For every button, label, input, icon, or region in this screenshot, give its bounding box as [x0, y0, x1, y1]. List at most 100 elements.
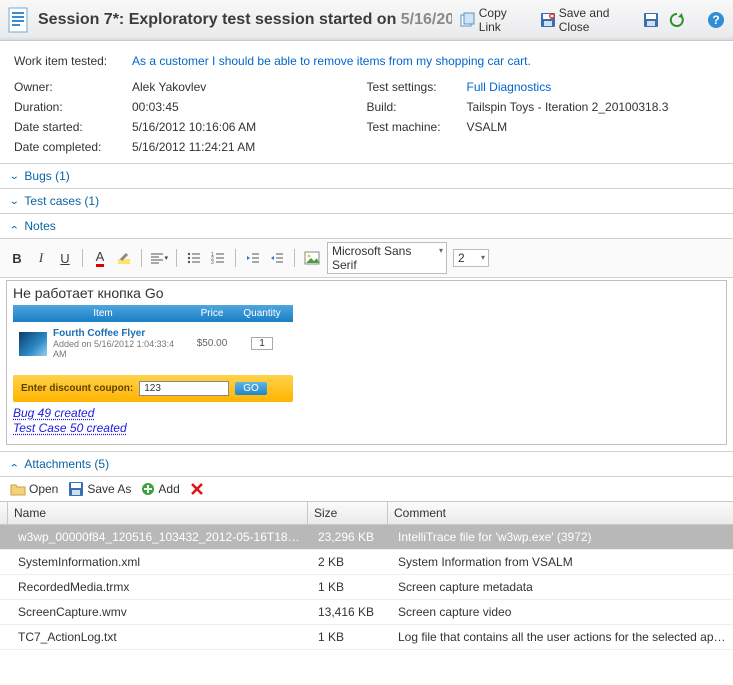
copy-link-button[interactable]: Copy Link — [460, 6, 532, 34]
delete-icon — [190, 482, 204, 496]
col-size[interactable]: Size — [308, 502, 388, 524]
work-item-link[interactable]: As a customer I should be able to remove… — [132, 54, 531, 68]
col-comment[interactable]: Comment — [388, 502, 733, 524]
add-icon — [141, 482, 155, 496]
section-notes[interactable]: ⌄ Notes — [0, 213, 733, 238]
file-size: 1 KB — [312, 628, 392, 646]
svg-text:?: ? — [712, 13, 719, 27]
indent-button[interactable] — [268, 249, 286, 267]
test-settings-link[interactable]: Full Diagnostics — [467, 80, 552, 94]
file-name: SystemInformation.xml — [12, 553, 312, 571]
attachments-grid: Name Size Comment w3wp_00000f84_120516_1… — [0, 501, 733, 650]
testcase-created-link[interactable]: Test Case 50 created — [13, 421, 720, 436]
date-started-value: 5/16/2012 10:16:06 AM — [132, 120, 256, 134]
refresh-icon — [669, 12, 685, 28]
table-row[interactable]: ScreenCapture.wmv13,416 KBScreen capture… — [0, 600, 733, 625]
test-machine-label: Test machine: — [367, 120, 467, 134]
italic-button[interactable]: I — [32, 249, 50, 267]
test-settings-label: Test settings: — [367, 80, 467, 94]
file-name: w3wp_00000f84_120516_103432_2012-05-16T1… — [12, 528, 312, 546]
grid-drag-handle[interactable] — [0, 502, 8, 524]
owner-value: Alek Yakovlev — [132, 80, 206, 94]
open-button[interactable]: Open — [10, 482, 58, 496]
title-text: Session 7*: Exploratory test session sta… — [38, 11, 401, 28]
align-button[interactable]: ▾ — [150, 249, 168, 267]
section-attachments-label: Attachments (5) — [24, 457, 109, 471]
save-close-icon — [540, 12, 556, 28]
font-color-button[interactable]: A — [91, 249, 109, 267]
cart-item-qty: 1 — [251, 337, 273, 350]
chevron-down-icon: ⌄ — [9, 171, 20, 182]
file-comment: System Information from VSALM — [392, 553, 733, 571]
copy-link-icon — [460, 12, 476, 28]
save-as-label: Save As — [87, 482, 131, 496]
add-button[interactable]: Add — [141, 482, 179, 496]
table-row[interactable]: SystemInformation.xml2 KBSystem Informat… — [0, 550, 733, 575]
document-icon — [8, 7, 30, 33]
file-name: ScreenCapture.wmv — [12, 603, 312, 621]
highlight-button[interactable] — [115, 249, 133, 267]
insert-image-button[interactable] — [303, 249, 321, 267]
number-list-button[interactable]: 123 — [209, 249, 227, 267]
cart-item-price: $50.00 — [187, 338, 237, 349]
cart-item-added: Added on 5/16/2012 1:04:33:4 AM — [53, 339, 187, 359]
section-testcases[interactable]: ⌄ Test cases (1) — [0, 188, 733, 213]
owner-label: Owner: — [14, 80, 132, 94]
dropdown-icon: ▾ — [481, 253, 485, 262]
chevron-down-icon: ⌄ — [9, 196, 20, 207]
section-testcases-label: Test cases (1) — [24, 194, 99, 208]
file-comment: Log file that contains all the user acti… — [392, 628, 733, 646]
section-attachments[interactable]: ⌄ Attachments (5) — [0, 451, 733, 476]
save-icon — [643, 12, 659, 28]
build-value: Tailspin Toys - Iteration 2_20100318.3 — [467, 100, 669, 114]
chevron-up-icon: ⌄ — [9, 461, 20, 472]
file-name: RecordedMedia.trmx — [12, 578, 312, 596]
save-close-button[interactable]: Save and Close — [540, 6, 643, 34]
duration-value: 00:03:45 — [132, 100, 179, 114]
help-button[interactable]: ? — [707, 11, 725, 29]
file-size: 2 KB — [312, 553, 392, 571]
file-name: TC7_ActionLog.txt — [12, 628, 312, 646]
font-name-select[interactable]: Microsoft Sans Serif ▾ — [327, 242, 447, 274]
build-label: Build: — [367, 100, 467, 114]
file-size: 23,296 KB — [312, 528, 392, 546]
refresh-button[interactable] — [669, 12, 685, 28]
date-completed-value: 5/16/2012 11:24:21 AM — [132, 140, 255, 154]
underline-button[interactable]: U — [56, 249, 74, 267]
bullet-list-button[interactable] — [185, 249, 203, 267]
save-icon — [68, 481, 84, 497]
font-name-value: Microsoft Sans Serif — [332, 244, 411, 272]
outdent-button[interactable] — [244, 249, 262, 267]
section-bugs[interactable]: ⌄ Bugs (1) — [0, 163, 733, 188]
table-row[interactable]: RecordedMedia.trmx1 KBScreen capture met… — [0, 575, 733, 600]
bold-button[interactable]: B — [8, 249, 26, 267]
cart-item-thumb — [19, 332, 47, 356]
title-date: 5/16/20 — [401, 11, 452, 28]
file-size: 13,416 KB — [312, 603, 392, 621]
test-machine-value: VSALM — [467, 120, 508, 134]
coupon-label: Enter discount coupon: — [21, 383, 133, 394]
chevron-up-icon: ⌄ — [9, 223, 20, 234]
copy-link-label: Copy Link — [479, 6, 532, 34]
cart-head-qty: Quantity — [237, 308, 287, 319]
file-comment: IntelliTrace file for 'w3wp.exe' (3972) — [392, 528, 733, 546]
cart-head-item: Item — [19, 308, 187, 319]
coupon-input: 123 — [139, 381, 229, 396]
file-comment: Screen capture video — [392, 603, 733, 621]
save-as-button[interactable]: Save As — [68, 481, 131, 497]
save-button[interactable] — [643, 12, 659, 28]
svg-text:3: 3 — [211, 260, 214, 264]
notes-editor[interactable]: Не работает кнопка Go Item Price Quantit… — [6, 280, 727, 445]
date-completed-label: Date completed: — [14, 140, 132, 154]
go-button: GO — [235, 382, 267, 395]
table-row[interactable]: w3wp_00000f84_120516_103432_2012-05-16T1… — [0, 525, 733, 550]
section-notes-label: Notes — [24, 219, 55, 233]
bug-created-link[interactable]: Bug 49 created — [13, 406, 720, 421]
table-row[interactable]: TC7_ActionLog.txt1 KBLog file that conta… — [0, 625, 733, 650]
open-label: Open — [29, 482, 58, 496]
delete-button[interactable] — [190, 482, 204, 496]
folder-open-icon — [10, 482, 26, 496]
file-size: 1 KB — [312, 578, 392, 596]
font-size-select[interactable]: 2 ▾ — [453, 249, 489, 267]
col-name[interactable]: Name — [8, 502, 308, 524]
